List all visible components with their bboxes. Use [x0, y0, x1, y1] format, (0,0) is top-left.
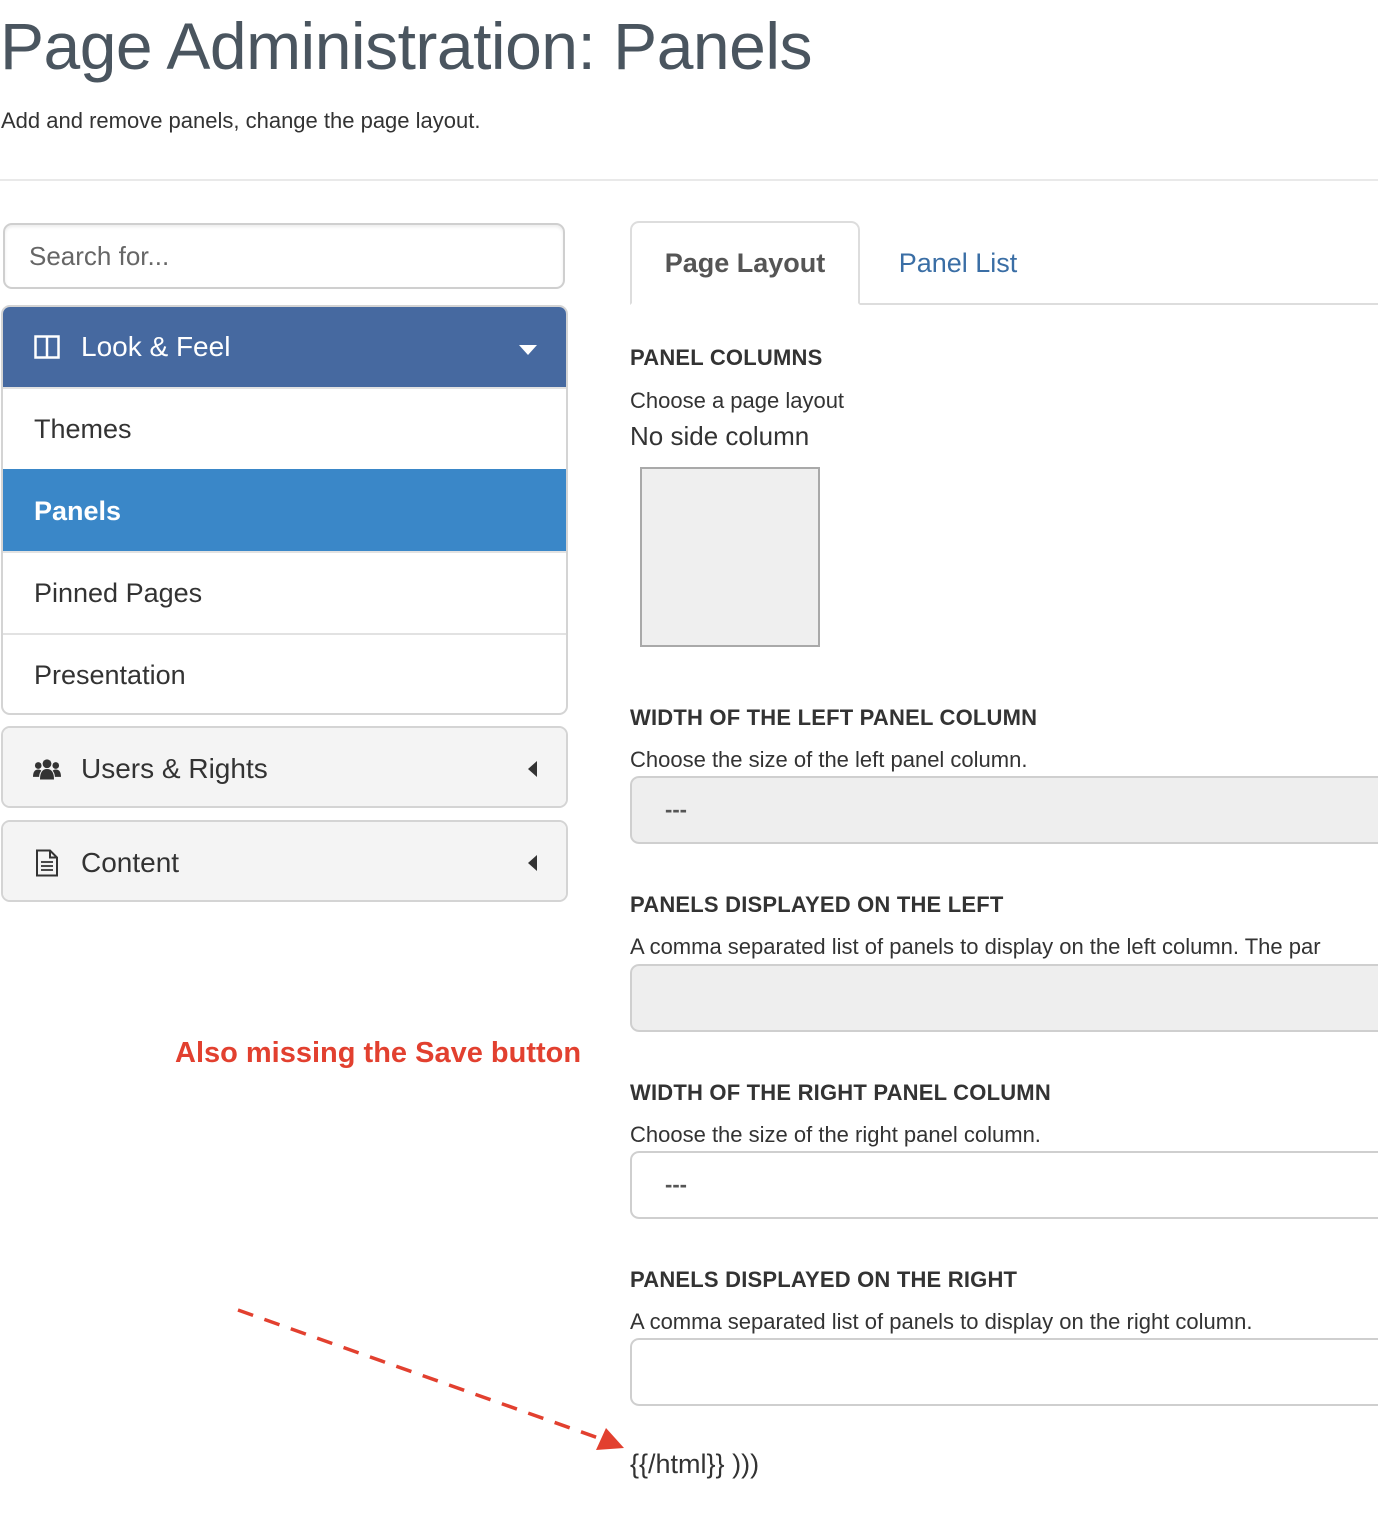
left-panels-heading: PANELS DISPLAYED ON THE LEFT	[630, 892, 1004, 917]
columns-icon	[33, 333, 61, 361]
users-and-rights-header[interactable]: Users & Rights	[3, 728, 566, 806]
caret-down-icon	[518, 331, 538, 363]
content-panel: Content	[1, 820, 568, 902]
sidebar-item-presentation[interactable]: Presentation	[3, 633, 566, 713]
users-icon	[33, 755, 61, 783]
content-header[interactable]: Content	[3, 822, 566, 900]
document-icon	[33, 849, 61, 877]
look-and-feel-header[interactable]: Look & Feel	[3, 307, 566, 387]
right-panels-input[interactable]	[630, 1338, 1378, 1406]
left-panels-input[interactable]	[630, 964, 1378, 1032]
look-and-feel-label: Look & Feel	[81, 331, 231, 362]
content-label: Content	[81, 847, 180, 878]
left-panels-description: A comma separated list of panels to disp…	[630, 934, 1321, 959]
look-and-feel-panel: Look & Feel Themes Panels Pinned Pages P…	[1, 305, 568, 715]
users-and-rights-label: Users & Rights	[81, 753, 268, 784]
sidebar-item-pinned-pages[interactable]: Pinned Pages	[3, 551, 566, 633]
search-input[interactable]	[3, 223, 565, 289]
left-width-heading: WIDTH OF THE LEFT PANEL COLUMN	[630, 705, 1038, 730]
sidebar-item-themes[interactable]: Themes	[3, 387, 566, 469]
tab-panel-list[interactable]: Panel List	[878, 221, 1038, 305]
layout-name: No side column	[630, 421, 810, 451]
panel-columns-heading: PANEL COLUMNS	[630, 345, 823, 370]
right-width-select[interactable]: ---	[630, 1151, 1378, 1219]
right-panels-heading: PANELS DISPLAYED ON THE RIGHT	[630, 1267, 1018, 1292]
right-panels-description: A comma separated list of panels to disp…	[630, 1309, 1253, 1334]
caret-left-icon	[526, 753, 538, 785]
annotation-note: Also missing the Save button	[175, 1037, 582, 1069]
panel-columns-description: Choose a page layout	[630, 388, 845, 413]
right-width-description: Choose the size of the right panel colum…	[630, 1122, 1041, 1147]
header-divider	[0, 179, 1378, 181]
users-and-rights-panel: Users & Rights	[1, 726, 568, 808]
layout-thumbnail[interactable]	[640, 467, 820, 647]
sidebar-item-panels[interactable]: Panels	[3, 469, 566, 551]
left-width-select[interactable]: ---	[630, 776, 1378, 844]
annotation-arrow-icon	[237, 1308, 624, 1450]
caret-left-icon	[526, 847, 538, 879]
page-subtitle: Add and remove panels, change the page l…	[1, 108, 481, 133]
tab-page-layout[interactable]: Page Layout	[630, 221, 860, 305]
left-width-description: Choose the size of the left panel column…	[630, 747, 1028, 772]
page-title: Page Administration: Panels	[0, 9, 812, 83]
tab-bar: Page Layout Panel List	[630, 221, 1378, 305]
raw-markup-text: {{/html}} )))	[630, 1449, 760, 1479]
right-width-heading: WIDTH OF THE RIGHT PANEL COLUMN	[630, 1080, 1051, 1105]
